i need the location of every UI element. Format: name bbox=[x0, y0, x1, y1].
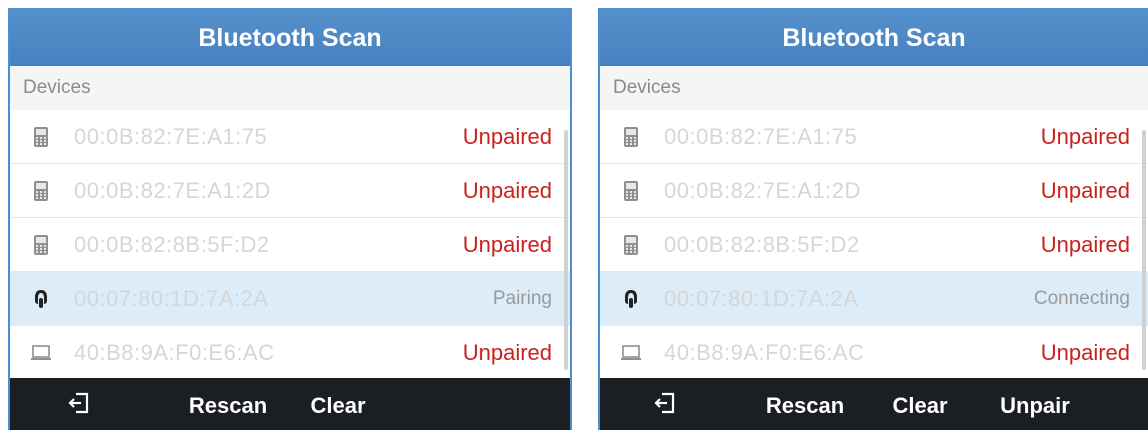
device-address: 40:B8:9A:F0:E6:AC bbox=[664, 339, 865, 365]
device-status: Unpaired bbox=[462, 177, 552, 203]
list-scrollbar[interactable] bbox=[564, 130, 568, 370]
device-row[interactable]: 40:B8:9A:F0:E6:AC Unpaired bbox=[600, 326, 1148, 380]
softkey-bar: Rescan Clear Unpair bbox=[600, 378, 1148, 430]
headset-icon bbox=[616, 288, 646, 310]
device-row-selected[interactable]: 00:07:80:1D:7A:2A Connecting bbox=[600, 272, 1148, 326]
unpair-softkey[interactable]: Unpair bbox=[960, 378, 1110, 430]
device-address: 00:0B:82:7E:A1:2D bbox=[74, 177, 271, 203]
device-row[interactable]: 00:0B:82:7E:A1:75 Unpaired bbox=[10, 110, 570, 164]
device-address: 00:0B:82:7E:A1:75 bbox=[664, 123, 858, 149]
device-address: 00:0B:82:8B:5F:D2 bbox=[74, 231, 270, 257]
back-softkey[interactable] bbox=[600, 378, 730, 430]
device-status: Unpaired bbox=[1040, 231, 1130, 257]
device-row[interactable]: 00:0B:82:8B:5F:D2 Unpaired bbox=[600, 218, 1148, 272]
phone-icon bbox=[616, 126, 646, 148]
device-status: Connecting bbox=[1033, 287, 1130, 309]
list-scrollbar[interactable] bbox=[1142, 130, 1146, 370]
back-softkey[interactable] bbox=[10, 378, 148, 430]
phone-icon bbox=[616, 234, 646, 256]
device-row[interactable]: 00:0B:82:7E:A1:2D Unpaired bbox=[10, 164, 570, 218]
rescan-softkey[interactable]: Rescan bbox=[730, 378, 880, 430]
screen-title: Bluetooth Scan bbox=[600, 10, 1148, 66]
device-address: 00:07:80:1D:7A:2A bbox=[74, 285, 269, 311]
device-address: 00:0B:82:8B:5F:D2 bbox=[664, 231, 860, 257]
device-address: 00:0B:82:7E:A1:2D bbox=[664, 177, 861, 203]
device-row-selected[interactable]: 00:07:80:1D:7A:2A Pairing bbox=[10, 272, 570, 326]
exit-icon bbox=[653, 391, 677, 421]
device-status: Unpaired bbox=[462, 231, 552, 257]
device-status: Unpaired bbox=[1040, 339, 1130, 365]
screen-title: Bluetooth Scan bbox=[10, 10, 570, 66]
device-row[interactable]: 00:0B:82:8B:5F:D2 Unpaired bbox=[10, 218, 570, 272]
bluetooth-scan-screen-left: Bluetooth Scan Devices 00:0B:82:7E:A1:75… bbox=[8, 8, 572, 430]
device-row[interactable]: 40:B8:9A:F0:E6:AC Unpaired bbox=[10, 326, 570, 380]
device-list: 00:0B:82:7E:A1:75 Unpaired 00:0B:82:7E:A… bbox=[600, 110, 1148, 380]
headset-icon bbox=[26, 288, 56, 310]
device-status: Unpaired bbox=[1040, 123, 1130, 149]
devices-section-header: Devices bbox=[10, 66, 570, 110]
phone-icon bbox=[26, 180, 56, 202]
device-address: 00:0B:82:7E:A1:75 bbox=[74, 123, 268, 149]
phone-icon bbox=[26, 234, 56, 256]
laptop-icon bbox=[26, 344, 56, 362]
device-address: 00:07:80:1D:7A:2A bbox=[664, 285, 859, 311]
device-status: Unpaired bbox=[1040, 177, 1130, 203]
clear-softkey[interactable]: Clear bbox=[880, 378, 960, 430]
device-status: Pairing bbox=[492, 287, 552, 309]
device-row[interactable]: 00:0B:82:7E:A1:2D Unpaired bbox=[600, 164, 1148, 218]
device-status: Unpaired bbox=[462, 339, 552, 365]
laptop-icon bbox=[616, 344, 646, 362]
device-list: 00:0B:82:7E:A1:75 Unpaired 00:0B:82:7E:A… bbox=[10, 110, 570, 380]
devices-section-header: Devices bbox=[600, 66, 1148, 110]
device-row[interactable]: 00:0B:82:7E:A1:75 Unpaired bbox=[600, 110, 1148, 164]
rescan-softkey[interactable]: Rescan bbox=[148, 378, 308, 430]
softkey-bar: Rescan Clear bbox=[10, 378, 570, 430]
phone-icon bbox=[616, 180, 646, 202]
device-status: Unpaired bbox=[462, 123, 552, 149]
bluetooth-scan-screen-right: Bluetooth Scan Devices 00:0B:82:7E:A1:75… bbox=[598, 8, 1148, 430]
device-address: 40:B8:9A:F0:E6:AC bbox=[74, 339, 275, 365]
exit-icon bbox=[67, 391, 91, 421]
phone-icon bbox=[26, 126, 56, 148]
clear-softkey[interactable]: Clear bbox=[308, 378, 368, 430]
